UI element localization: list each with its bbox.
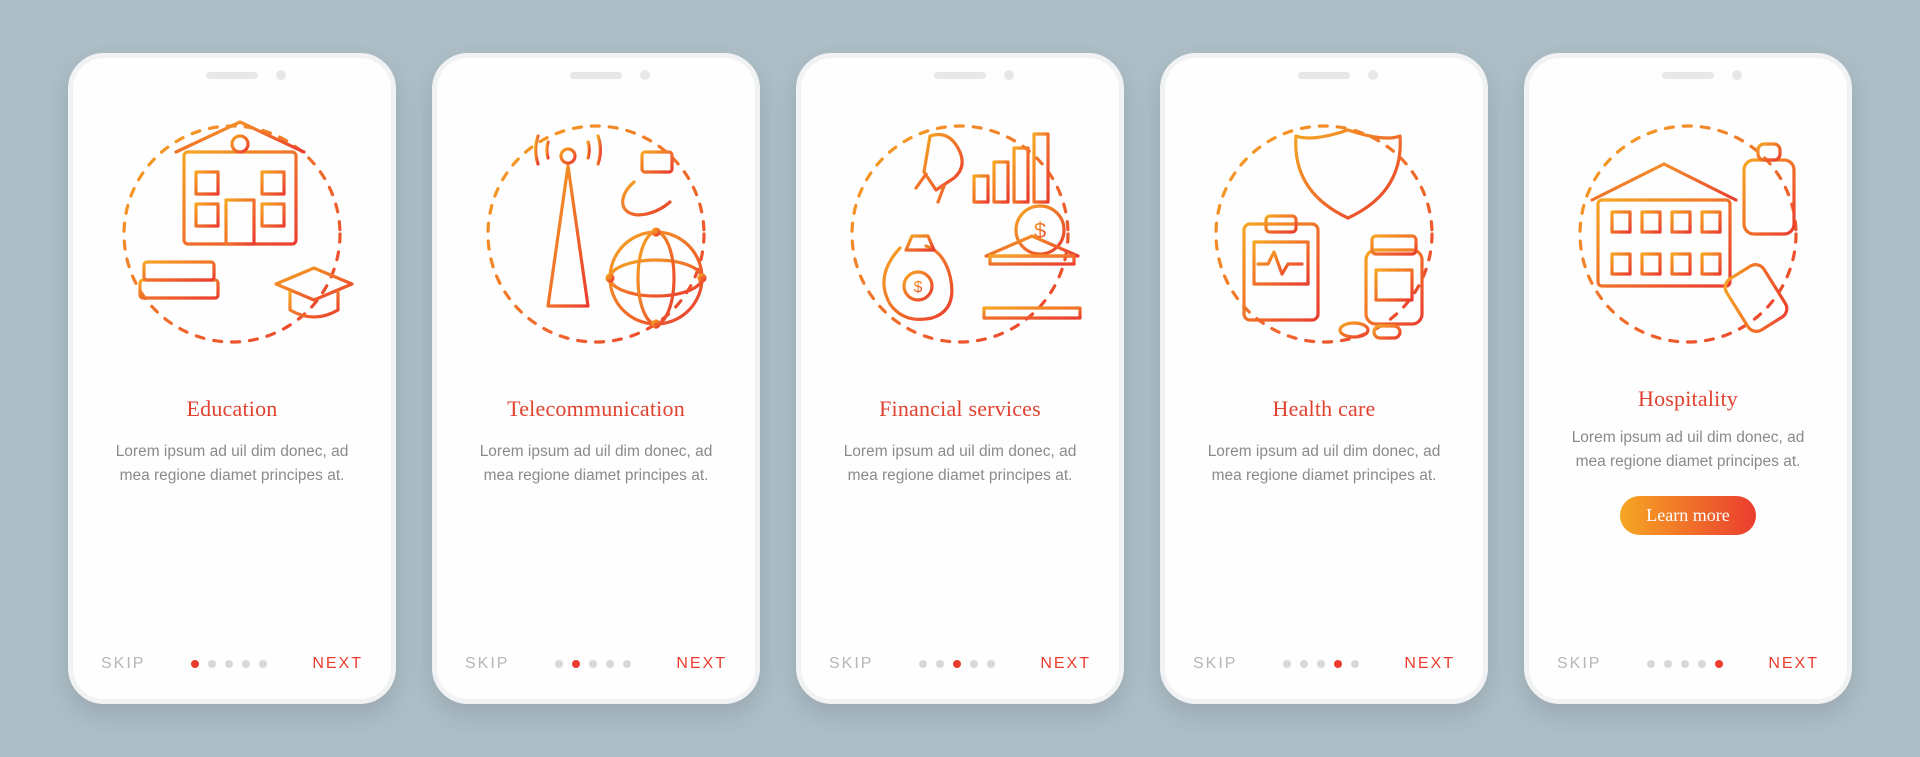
onboarding-screen: Hospitality Lorem ipsum ad uil dim donec… [1524, 53, 1852, 704]
screen-title: Hospitality [1638, 386, 1738, 412]
learn-more-button[interactable]: Learn more [1620, 496, 1755, 535]
phone-camera-dot [1004, 70, 1014, 80]
pager-dot[interactable] [259, 660, 267, 668]
onboarding-screen: Education Lorem ipsum ad uil dim donec, … [68, 53, 396, 704]
next-button[interactable]: NEXT [676, 655, 727, 673]
education-icon [106, 108, 358, 360]
pager-dot[interactable] [1664, 660, 1672, 668]
telecommunication-icon [470, 108, 722, 360]
phone-notch [934, 72, 986, 79]
next-button[interactable]: NEXT [312, 655, 363, 673]
next-button[interactable]: NEXT [1040, 655, 1091, 673]
phone-notch [1298, 72, 1350, 79]
screen-title: Financial services [879, 396, 1041, 422]
pager-dots [1647, 660, 1723, 668]
onboarding-screen: Health care Lorem ipsum ad uil dim donec… [1160, 53, 1488, 704]
pager-dot[interactable] [606, 660, 614, 668]
screen-body: Lorem ipsum ad uil dim donec, ad mea reg… [1204, 440, 1444, 488]
skip-button[interactable]: SKIP [1193, 655, 1237, 673]
phone-notch [570, 72, 622, 79]
pager-dot[interactable] [555, 660, 563, 668]
pager-dots [1283, 660, 1359, 668]
pager-dot[interactable] [970, 660, 978, 668]
next-button[interactable]: NEXT [1768, 655, 1819, 673]
screen-body: Lorem ipsum ad uil dim donec, ad mea reg… [112, 440, 352, 488]
pager-dot[interactable] [953, 660, 961, 668]
pager-dot[interactable] [1681, 660, 1689, 668]
next-button[interactable]: NEXT [1404, 655, 1455, 673]
pager-dot[interactable] [623, 660, 631, 668]
footer-nav: SKIP NEXT [1557, 655, 1819, 673]
pager-dot[interactable] [1334, 660, 1342, 668]
pager-dot[interactable] [987, 660, 995, 668]
footer-nav: SKIP NEXT [101, 655, 363, 673]
healthcare-icon [1198, 108, 1450, 360]
pager-dots [191, 660, 267, 668]
pager-dot[interactable] [936, 660, 944, 668]
phone-camera-dot [1732, 70, 1742, 80]
skip-button[interactable]: SKIP [465, 655, 509, 673]
pager-dot[interactable] [919, 660, 927, 668]
phone-camera-dot [276, 70, 286, 80]
pager-dot[interactable] [572, 660, 580, 668]
pager-dot[interactable] [1317, 660, 1325, 668]
pager-dot[interactable] [1351, 660, 1359, 668]
pager-dot[interactable] [208, 660, 216, 668]
pager-dot[interactable] [1283, 660, 1291, 668]
screen-title: Health care [1273, 396, 1376, 422]
footer-nav: SKIP NEXT [829, 655, 1091, 673]
screen-body: Lorem ipsum ad uil dim donec, ad mea reg… [840, 440, 1080, 488]
pager-dot[interactable] [1647, 660, 1655, 668]
skip-button[interactable]: SKIP [829, 655, 873, 673]
skip-button[interactable]: SKIP [101, 655, 145, 673]
pager-dot[interactable] [191, 660, 199, 668]
onboarding-screen: Telecommunication Lorem ipsum ad uil dim… [432, 53, 760, 704]
phone-notch [1662, 72, 1714, 79]
svg-text:$: $ [914, 279, 923, 296]
screen-body: Lorem ipsum ad uil dim donec, ad mea reg… [1568, 426, 1808, 474]
skip-button[interactable]: SKIP [1557, 655, 1601, 673]
pager-dot[interactable] [1300, 660, 1308, 668]
pager-dot[interactable] [242, 660, 250, 668]
pager-dots [555, 660, 631, 668]
pager-dot[interactable] [589, 660, 597, 668]
screen-body: Lorem ipsum ad uil dim donec, ad mea reg… [476, 440, 716, 488]
phone-camera-dot [1368, 70, 1378, 80]
pager-dot[interactable] [1698, 660, 1706, 668]
phone-notch [206, 72, 258, 79]
pager-dot[interactable] [1715, 660, 1723, 668]
financial-icon: $ $ [834, 108, 1086, 360]
phone-camera-dot [640, 70, 650, 80]
footer-nav: SKIP NEXT [465, 655, 727, 673]
onboarding-screen: $ $ Financial services Lorem ipsum ad ui… [796, 53, 1124, 704]
screen-title: Education [187, 396, 278, 422]
pager-dots [919, 660, 995, 668]
footer-nav: SKIP NEXT [1193, 655, 1455, 673]
pager-dot[interactable] [225, 660, 233, 668]
screen-title: Telecommunication [507, 396, 685, 422]
hospitality-icon [1562, 108, 1814, 360]
